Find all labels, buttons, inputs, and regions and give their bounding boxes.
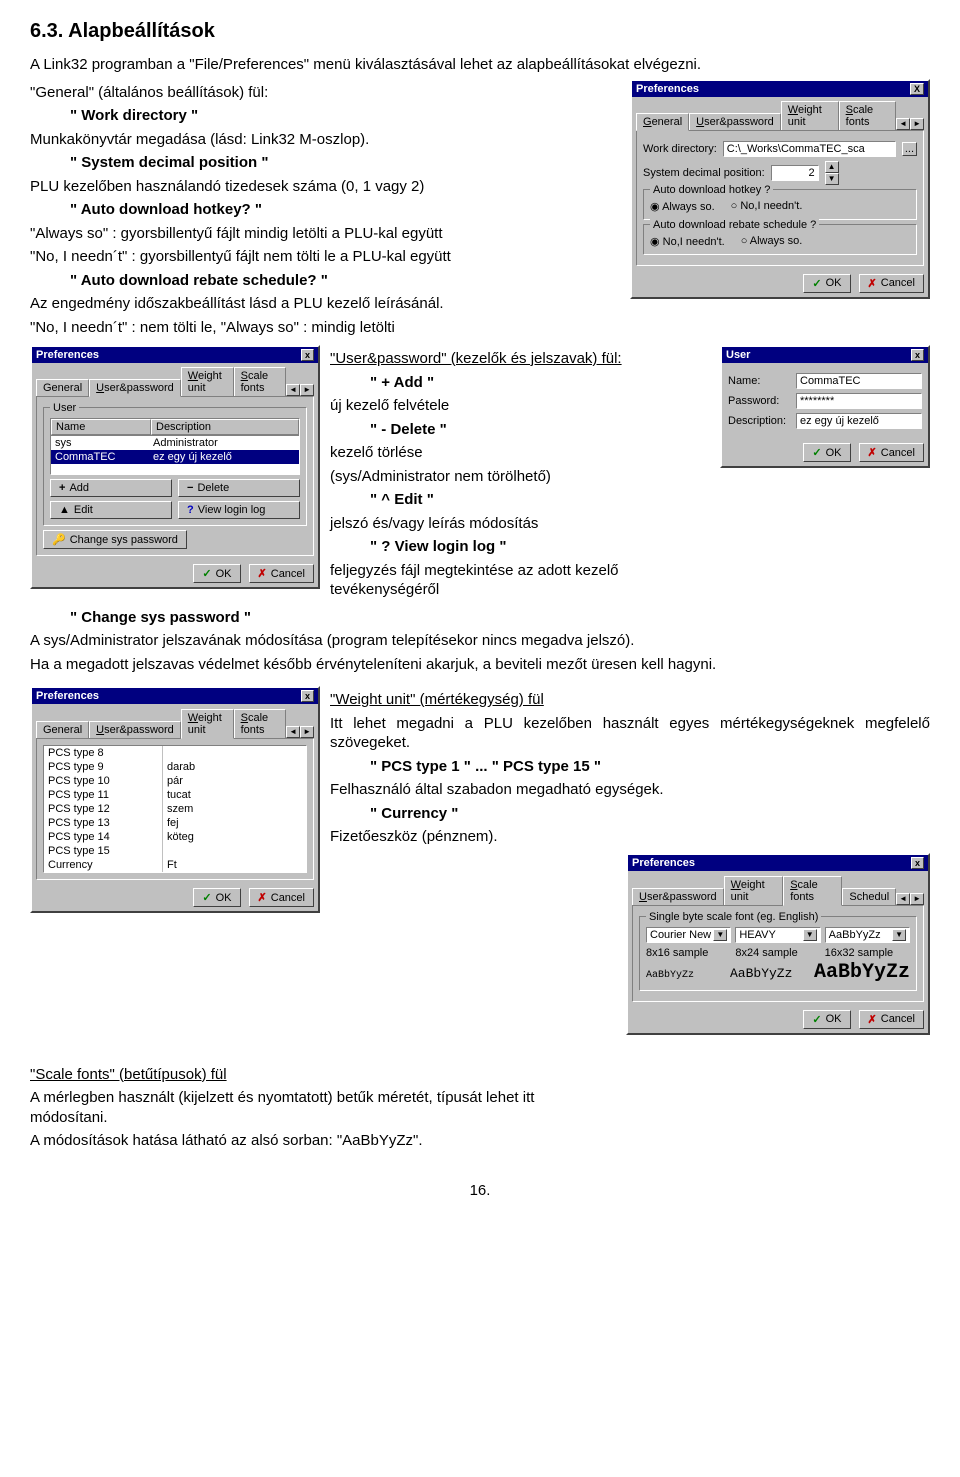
view-log-button[interactable]: ? View login log: [178, 501, 300, 519]
autodl-title: " Auto download hotkey? ": [70, 200, 620, 220]
del-text1: kezelő törlése: [330, 443, 710, 463]
cancel-button[interactable]: ✗Cancel: [859, 443, 924, 462]
ok-button[interactable]: ✓OK: [803, 1010, 850, 1029]
preferences-userpw-dialog: Preferencesx General User&password Weigh…: [30, 345, 320, 589]
edit-title: " ^ Edit ": [370, 490, 710, 510]
tab-userpw[interactable]: User&password: [632, 888, 724, 905]
add-text: új kezelő felvétele: [330, 396, 710, 416]
browse-button[interactable]: ...: [902, 142, 917, 156]
viewlog-text: feljegyzés fájl megtekintése az adott ke…: [330, 561, 710, 600]
change-sys-pw-button[interactable]: 🔑 Change sys password: [43, 530, 187, 549]
add-button[interactable]: + Add: [50, 479, 172, 497]
tab-left-icon[interactable]: ◄: [896, 118, 910, 130]
work-dir-input[interactable]: C:\_Works\CommaTEC_sca: [723, 141, 896, 157]
close-button[interactable]: x: [301, 349, 314, 361]
tab-general[interactable]: General: [636, 113, 689, 131]
list-item-commatec[interactable]: CommaTECez egy új kezelő: [51, 450, 299, 464]
tab-userpw[interactable]: User&password: [89, 721, 181, 738]
tab-userpw[interactable]: User&password: [89, 379, 181, 397]
sf-l1: A mérlegben használt (kijelzett és nyomt…: [30, 1088, 590, 1127]
changepw-title: " Change sys password ": [70, 608, 930, 628]
titlebar: Preferences X: [632, 81, 928, 97]
ok-button[interactable]: ✓OK: [803, 443, 850, 462]
wu-pcs-text: Felhasználó által szabadon megadható egy…: [330, 780, 930, 800]
close-button[interactable]: X: [910, 83, 924, 95]
del-title: " - Delete ": [370, 420, 710, 440]
cancel-button[interactable]: ✗Cancel: [249, 888, 314, 907]
font-combo-3[interactable]: AaBbYyZz▼: [825, 927, 910, 943]
userpw-ful: "User&password" (kezelők és jelszavak) f…: [330, 349, 710, 369]
edit-text: jelszó és/vagy leírás módosítás: [330, 514, 710, 534]
tab-weight-unit[interactable]: Weight unit: [181, 367, 234, 396]
close-button[interactable]: x: [301, 690, 314, 702]
autodl-l2: "No, I needn´t" : gyorsbillentyű fájlt n…: [30, 247, 620, 267]
user-dialog: Userx Name:CommaTEC Password:******** De…: [720, 345, 930, 468]
tab-scale-fonts[interactable]: Scale fonts: [783, 876, 842, 906]
tab-weight-unit[interactable]: Weight unit: [724, 876, 784, 905]
changepw-l1: A sys/Administrator jelszavának módosítá…: [30, 631, 930, 651]
preferences-sf-dialog: Preferencesx User&password Weight unit S…: [626, 853, 930, 1035]
radio-always-so-2[interactable]: Always so.: [741, 235, 803, 248]
sysdec-input[interactable]: 2: [771, 165, 819, 181]
work-dir-text: Munkakönyvtár megadása (lásd: Link32 M-o…: [30, 130, 620, 150]
viewlog-title: " ? View login log ": [370, 537, 710, 557]
work-dir-title: " Work directory ": [70, 106, 620, 126]
user-name-input[interactable]: CommaTEC: [796, 373, 922, 389]
user-pw-input[interactable]: ********: [796, 393, 922, 409]
preferences-wu-dialog: Preferencesx General User&password Weigh…: [30, 686, 320, 913]
spinner-down-icon[interactable]: ▼: [825, 173, 839, 185]
tab-scale-fonts[interactable]: Scale fonts: [234, 367, 287, 396]
tab-scale-fonts[interactable]: Scale fonts: [234, 709, 287, 738]
tab-userpw[interactable]: User&password: [689, 113, 781, 130]
user-desc-input[interactable]: ez egy új kezelő: [796, 413, 922, 429]
close-button[interactable]: x: [911, 857, 924, 869]
rebate-l2: "No, I needn´t" : nem tölti le, "Always …: [30, 318, 620, 338]
cancel-button[interactable]: ✗Cancel: [859, 1010, 924, 1029]
ok-button[interactable]: ✓OK: [803, 274, 850, 293]
sf-title: "Scale fonts" (betűtípusok) fül: [30, 1065, 930, 1085]
tab-weight-unit[interactable]: Weight unit: [181, 709, 234, 739]
wu-l1: Itt lehet megadni a PLU kezelőben haszná…: [330, 714, 930, 753]
page-number: 16.: [30, 1181, 930, 1201]
sysdec-text: PLU kezelőben használandó tizedesek szám…: [30, 177, 620, 197]
font-combo-2[interactable]: HEAVY▼: [735, 927, 820, 943]
list-item-sys[interactable]: sysAdministrator: [51, 436, 299, 450]
preferences-general-dialog: Preferences X General User&password Weig…: [630, 79, 930, 299]
radio-always-so[interactable]: Always so.: [650, 200, 715, 213]
tab-weight-unit[interactable]: Weight unit: [781, 101, 839, 130]
tab-general[interactable]: General: [36, 721, 89, 738]
page-heading: 6.3. Alapbeállítások: [30, 20, 930, 43]
radio-no-neednt[interactable]: No,I needn't.: [731, 200, 803, 213]
edit-button[interactable]: ▲ Edit: [50, 501, 172, 519]
spinner-up-icon[interactable]: ▲: [825, 161, 839, 173]
font-combo-1[interactable]: Courier New▼: [646, 927, 731, 943]
intro-text: A Link32 programban a "File/Preferences"…: [30, 55, 930, 75]
rebate-l1: Az engedmény időszakbeállítást lásd a PL…: [30, 294, 620, 314]
delete-button[interactable]: − Delete: [178, 479, 300, 497]
ok-button[interactable]: ✓OK: [193, 888, 240, 907]
close-button[interactable]: x: [911, 349, 924, 361]
cancel-button[interactable]: ✗Cancel: [249, 564, 314, 583]
tab-schedule[interactable]: Schedul: [842, 888, 896, 905]
wu-pcs-title: " PCS type 1 " ... " PCS type 15 ": [370, 757, 930, 777]
sf-l2: A módosítások hatása látható az alsó sor…: [30, 1131, 590, 1151]
tab-general[interactable]: General: [36, 379, 89, 396]
changepw-l2: Ha a megadott jelszavas védelmet később …: [30, 655, 930, 675]
autodl-l1: "Always so" : gyorsbillentyű fájlt mindi…: [30, 224, 620, 244]
wu-curr-title: " Currency ": [370, 804, 930, 824]
tab-scale-fonts[interactable]: Scale fonts: [839, 101, 897, 130]
add-title: " + Add ": [370, 373, 710, 393]
sysdec-title: " System decimal position ": [70, 153, 620, 173]
radio-no-neednt-2[interactable]: No,I needn't.: [650, 235, 725, 248]
rebate-title: " Auto download rebate schedule? ": [70, 271, 620, 291]
ok-button[interactable]: ✓OK: [193, 564, 240, 583]
wu-curr-text: Fizetőeszköz (pénznem).: [330, 827, 930, 847]
tab-right-icon[interactable]: ►: [910, 118, 924, 130]
general-ful: "General" (általános beállítások) fül:: [30, 83, 620, 103]
cancel-button[interactable]: ✗Cancel: [859, 274, 924, 293]
wu-title: "Weight unit" (mértékegység) fül: [330, 690, 930, 710]
del-text2: (sys/Administrator nem törölhető): [330, 467, 710, 487]
